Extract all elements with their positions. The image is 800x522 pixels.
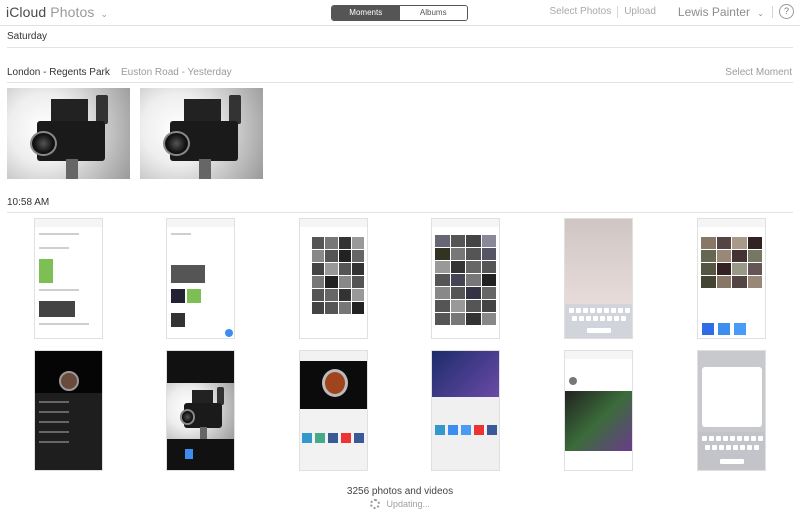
photo-thumbnail[interactable] — [431, 350, 500, 471]
user-menu-button[interactable]: Lewis Painter ⌄ — [678, 5, 764, 19]
help-icon[interactable]: ? — [779, 4, 794, 19]
divider — [7, 47, 793, 48]
divider — [617, 5, 619, 18]
photo-thumbnail[interactable] — [564, 350, 633, 471]
sync-status: Updating... — [0, 499, 800, 509]
divider — [772, 5, 773, 18]
user-name: Lewis Painter — [677, 4, 750, 19]
photo-thumbnail[interactable] — [431, 218, 500, 339]
photo-thumbnail[interactable] — [7, 88, 130, 179]
moment-subtitle: Euston Road - Yesterday — [121, 67, 232, 78]
divider — [7, 82, 793, 83]
day-label: Saturday — [7, 31, 48, 42]
spinner-icon — [369, 499, 380, 509]
photo-thumbnail[interactable] — [564, 218, 633, 339]
top-bar: iCloud Photos ⌄ Moments Albums Select Ph… — [0, 0, 800, 26]
photo-thumbnail[interactable] — [299, 218, 368, 339]
divider — [7, 212, 793, 213]
sync-status-label: Updating... — [386, 499, 431, 509]
header-actions: Select Photos Upload Lewis Painter ⌄ ? — [549, 4, 794, 19]
app-name: Photos — [50, 4, 95, 20]
photo-thumbnail[interactable] — [697, 218, 766, 339]
select-moment-button[interactable]: Select Moment — [725, 67, 792, 78]
select-photos-button[interactable]: Select Photos — [549, 6, 611, 17]
moment-time: 10:58 AM — [7, 197, 50, 208]
photo-thumbnail[interactable] — [166, 218, 235, 339]
chevron-down-icon: ⌄ — [757, 8, 764, 18]
upload-button[interactable]: Upload — [624, 6, 656, 17]
app-switcher[interactable]: iCloud Photos ⌄ — [6, 4, 108, 20]
photo-thumbnail[interactable] — [34, 218, 103, 339]
photo-thumbnail[interactable] — [697, 350, 766, 471]
photo-count: 3256 photos and videos — [346, 486, 454, 497]
chevron-down-icon: ⌄ — [100, 9, 109, 19]
photo-thumbnail[interactable] — [34, 350, 103, 471]
tab-moments[interactable]: Moments — [332, 6, 400, 20]
tab-albums[interactable]: Albums — [399, 6, 467, 20]
moment-title: London - Regents Park — [7, 67, 110, 78]
photo-thumbnail[interactable] — [140, 88, 263, 179]
view-segmented-control: Moments Albums — [331, 5, 468, 21]
brand-name: iCloud — [6, 4, 47, 20]
photo-thumbnail[interactable] — [299, 350, 368, 471]
photo-thumbnail[interactable] — [166, 350, 235, 471]
